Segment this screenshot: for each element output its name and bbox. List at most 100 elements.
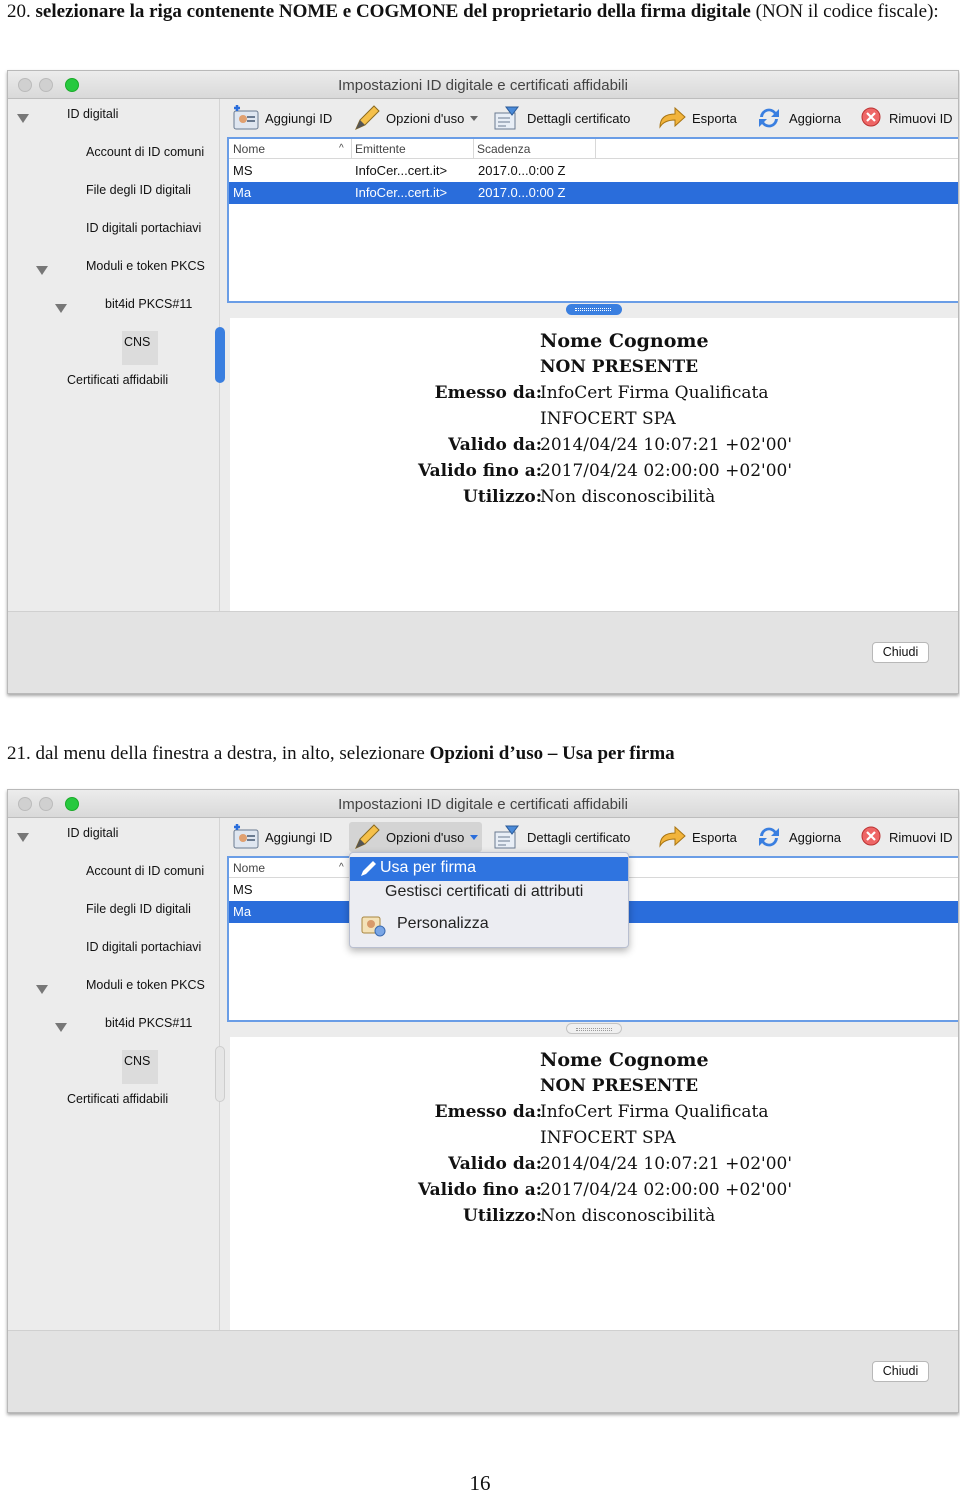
usage-label: Utilizzo:: [463, 487, 542, 507]
valid-to-label: Valido fino a:: [418, 1180, 542, 1200]
valid-from-value: 2014/04/24 10:07:21 +02'00': [540, 1154, 792, 1174]
add-id-label: Aggiungi ID: [265, 829, 333, 845]
step-20-instruction: 20. selezionare la riga contenente NOME …: [7, 0, 953, 24]
issued-by-value: InfoCert Firma Qualificata: [540, 383, 769, 403]
cell-issuer: InfoCer...cert.it>: [355, 163, 448, 178]
cell-name: Ma: [233, 185, 252, 200]
usage-options-button[interactable]: Opzioni d'uso: [351, 103, 479, 133]
window-title: Impostazioni ID digitale e certificati a…: [338, 77, 628, 94]
customize-icon: [361, 916, 386, 937]
remove-id-label: Rimuovi ID: [889, 110, 953, 126]
disclosure-triangle-icon[interactable]: [55, 304, 67, 313]
certificate-details-icon: [494, 825, 519, 849]
sidebar-item-shared-accounts[interactable]: Account di ID comuni: [86, 864, 204, 878]
sidebar-item-keychain-ids[interactable]: ID digitali portachiavi: [86, 221, 201, 235]
certificate-details-button[interactable]: Dettagli certificato: [492, 822, 630, 852]
refresh-label: Aggiorna: [789, 110, 842, 126]
remove-icon: [861, 826, 881, 846]
valid-from-label: Valido da:: [448, 1154, 542, 1174]
owner-name: Nome Cognome: [540, 330, 709, 352]
disclosure-triangle-icon[interactable]: [55, 1023, 67, 1032]
sidebar-item-keychain-ids[interactable]: ID digitali portachiavi: [86, 940, 201, 954]
pen-icon: [361, 861, 376, 876]
chevron-down-icon: [470, 834, 479, 840]
column-header-name[interactable]: Nome: [233, 142, 265, 156]
sort-ascending-icon: ^: [339, 143, 344, 154]
cell-expiry: 2017.0...0:00 Z: [478, 163, 566, 178]
step-20-bold-text: selezionare la riga contenente NOME e CO…: [35, 1, 751, 22]
add-id-button[interactable]: Aggiungi ID: [230, 103, 332, 133]
sidebar-item-pkcs-modules[interactable]: Moduli e token PKCS: [86, 978, 205, 992]
menu-item-label: Gestisci certificati di attributi: [385, 883, 584, 900]
column-header-issuer[interactable]: Emittente: [355, 142, 406, 156]
disclosure-triangle-icon[interactable]: [17, 833, 29, 842]
step-21-bold-text: Opzioni d’uso – Usa per firma: [429, 743, 675, 764]
owner-name-sub: NON PRESENTE: [540, 1076, 699, 1096]
column-header-name[interactable]: Nome: [233, 861, 265, 875]
usage-options-button[interactable]: Opzioni d'uso: [349, 822, 483, 852]
cell-name: Ma: [233, 904, 252, 919]
usage-label: Utilizzo:: [463, 1206, 542, 1226]
sidebar-item-pkcs-modules[interactable]: Moduli e token PKCS: [86, 259, 205, 273]
menu-item-use-for-signing[interactable]: Usa per firma: [350, 857, 628, 881]
pane-splitter-handle[interactable]: [566, 1023, 622, 1034]
certificate-details-pane: Nome Cognome NON PRESENTE Emesso da: Inf…: [230, 318, 958, 611]
digital-id-settings-window-menu-open: Impostazioni ID digitale e certificati a…: [7, 789, 959, 1413]
certificate-details-pane: Nome Cognome NON PRESENTE Emesso da: Inf…: [230, 1037, 958, 1330]
menu-item-manage-attribute-certificates[interactable]: Gestisci certificati di attributi: [350, 881, 628, 905]
usage-options-dropdown-menu: Usa per firma Gestisci certificati di at…: [349, 852, 629, 948]
export-button[interactable]: Esporta: [657, 103, 737, 133]
sidebar-item-id-files[interactable]: File degli ID digitali: [86, 902, 191, 916]
close-button[interactable]: Chiudi: [872, 642, 929, 663]
sidebar-item-cns[interactable]: CNS: [124, 335, 150, 349]
disclosure-triangle-icon[interactable]: [36, 266, 48, 275]
refresh-button[interactable]: Aggiorna: [754, 103, 841, 133]
toolbar: Aggiungi ID Opzioni d'uso Dettagli certi…: [220, 818, 958, 856]
sidebar-scrollbar[interactable]: [215, 1046, 225, 1102]
title-bar: Impostazioni ID digitale e certificati a…: [8, 71, 958, 99]
column-divider[interactable]: [595, 139, 596, 159]
valid-from-label: Valido da:: [448, 435, 542, 455]
issued-by-label: Emesso da:: [434, 1102, 542, 1122]
sidebar-item-trusted-certs[interactable]: Certificati affidabili: [67, 373, 168, 387]
certificate-details-button[interactable]: Dettagli certificato: [492, 103, 630, 133]
certificate-details-icon: [494, 106, 519, 130]
sidebar-item-cns[interactable]: CNS: [124, 1054, 150, 1068]
sidebar-item-bit4id[interactable]: bit4id PKCS#11: [105, 1016, 192, 1030]
remove-id-button[interactable]: Rimuovi ID: [860, 822, 953, 852]
close-button[interactable]: Chiudi: [872, 1361, 929, 1382]
sidebar-scrollbar[interactable]: [215, 327, 225, 383]
issued-by-label: Emesso da:: [434, 383, 542, 403]
digital-id-settings-window: Impostazioni ID digitale e certificati a…: [7, 70, 959, 694]
sidebar-item-digital-ids[interactable]: ID digitali: [67, 107, 118, 121]
certificate-details-label: Dettagli certificato: [527, 110, 631, 126]
column-divider[interactable]: [351, 139, 352, 159]
valid-to-value: 2017/04/24 02:00:00 +02'00': [540, 1180, 792, 1200]
pen-icon: [355, 105, 380, 130]
step-20-number: 20.: [7, 1, 31, 22]
refresh-button[interactable]: Aggiorna: [754, 822, 841, 852]
issued-by-org: INFOCERT SPA: [540, 409, 676, 429]
sidebar-item-bit4id[interactable]: bit4id PKCS#11: [105, 297, 192, 311]
dialog-footer: Chiudi: [8, 611, 958, 693]
sidebar-item-shared-accounts[interactable]: Account di ID comuni: [86, 145, 204, 159]
sidebar-item-trusted-certs[interactable]: Certificati affidabili: [67, 1092, 168, 1106]
sort-ascending-icon: ^: [339, 862, 344, 873]
pane-splitter-handle[interactable]: [566, 304, 622, 315]
export-button[interactable]: Esporta: [657, 822, 737, 852]
sidebar-item-digital-ids[interactable]: ID digitali: [67, 826, 118, 840]
disclosure-triangle-icon[interactable]: [36, 985, 48, 994]
table-row-selected[interactable]: Ma InfoCer...cert.it> 2017.0...0:00 Z: [229, 182, 958, 204]
disclosure-triangle-icon[interactable]: [17, 114, 29, 123]
column-divider[interactable]: [473, 139, 474, 159]
step-20-tail-text: (NON il codice fiscale):: [755, 1, 939, 22]
export-arrow-icon: [659, 106, 686, 129]
table-row[interactable]: MS InfoCer...cert.it> 2017.0...0:00 Z: [229, 160, 958, 182]
refresh-icon: [759, 827, 779, 847]
menu-item-customize[interactable]: Personalizza: [350, 913, 628, 937]
column-header-expiry[interactable]: Scadenza: [477, 142, 530, 156]
add-id-button[interactable]: Aggiungi ID: [230, 822, 332, 852]
usage-value: Non disconoscibilità: [540, 1206, 716, 1226]
sidebar-item-id-files[interactable]: File degli ID digitali: [86, 183, 191, 197]
remove-id-button[interactable]: Rimuovi ID: [860, 103, 953, 133]
